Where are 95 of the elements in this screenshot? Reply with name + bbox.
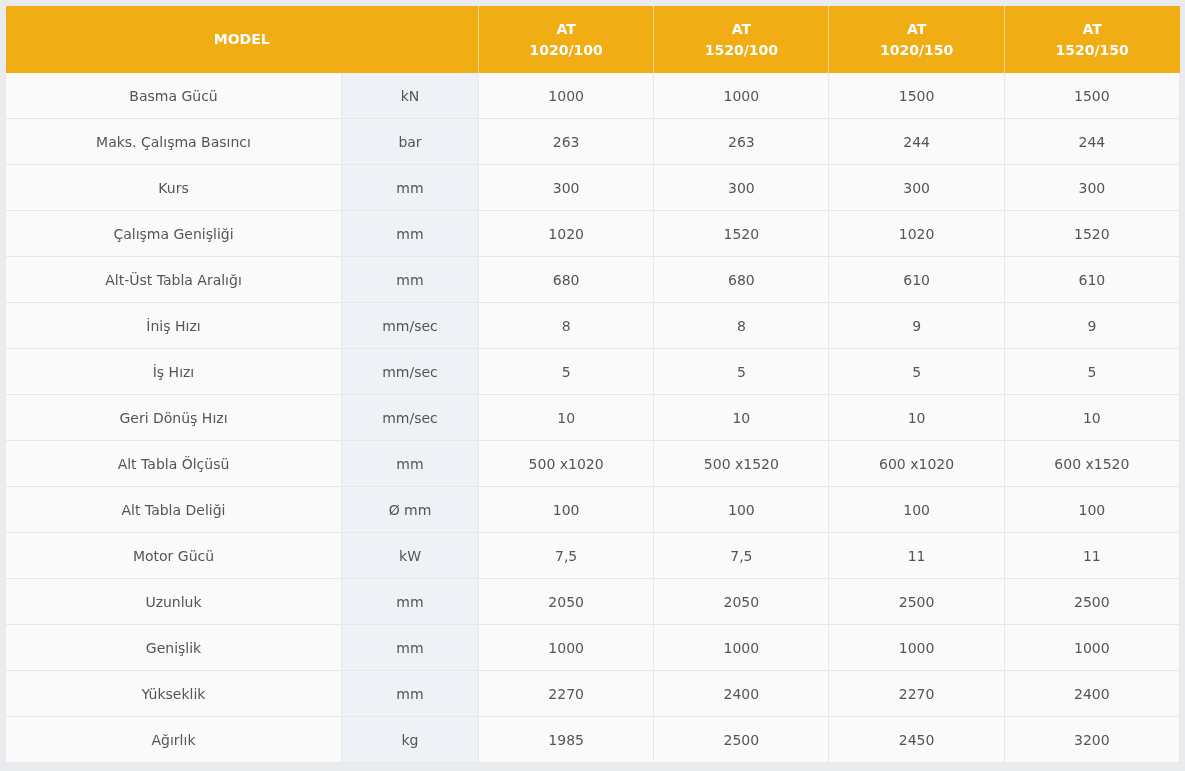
table-cell: 100 xyxy=(829,486,1005,533)
table-cell: 5 xyxy=(478,348,654,395)
table-cell: Geri Dönüş Hızı xyxy=(5,394,342,441)
table-cell: 11 xyxy=(1004,532,1180,579)
table-cell: Alt Tabla Ölçüsü xyxy=(5,440,342,487)
table-cell: 2500 xyxy=(1004,578,1180,625)
table-cell: 244 xyxy=(1004,118,1180,165)
header-cell: AT 1020/150 xyxy=(829,6,1005,73)
table-cell: kW xyxy=(341,532,479,579)
table-cell: Çalışma Genişliği xyxy=(5,210,342,257)
table-cell: Motor Gücü xyxy=(5,532,342,579)
table-cell: 100 xyxy=(1004,486,1180,533)
table-cell: 10 xyxy=(1004,394,1180,441)
table-cell: 5 xyxy=(653,348,829,395)
table-cell: 680 xyxy=(478,256,654,303)
table-cell: 500 x1020 xyxy=(478,440,654,487)
table-cell: 11 xyxy=(829,532,1005,579)
table-cell: mm xyxy=(341,164,479,211)
table-cell: 1000 xyxy=(1004,624,1180,671)
table-cell: 8 xyxy=(653,302,829,349)
table-cell: 300 xyxy=(653,164,829,211)
table-cell: İniş Hızı xyxy=(5,302,342,349)
table-cell: 2500 xyxy=(829,578,1005,625)
table-cell: Ø mm xyxy=(341,486,479,533)
header-cell: AT 1520/150 xyxy=(1004,6,1180,73)
table-cell: mm xyxy=(341,670,479,717)
table-cell: 263 xyxy=(653,118,829,165)
table-cell: 1000 xyxy=(478,73,654,119)
table-cell: 1000 xyxy=(829,624,1005,671)
table-cell: 8 xyxy=(478,302,654,349)
table-cell: 263 xyxy=(478,118,654,165)
table-cell: 2050 xyxy=(478,578,654,625)
table-cell: 100 xyxy=(653,486,829,533)
table-cell: 10 xyxy=(653,394,829,441)
table-cell: mm/sec xyxy=(341,302,479,349)
table-cell: 1000 xyxy=(653,73,829,119)
table-cell: 2450 xyxy=(829,716,1005,763)
table-cell: bar xyxy=(341,118,479,165)
table-cell: kN xyxy=(341,73,479,119)
table-cell: 300 xyxy=(1004,164,1180,211)
header-cell: AT 1020/100 xyxy=(478,6,654,73)
table-cell: Genişlik xyxy=(5,624,342,671)
table-cell: 9 xyxy=(1004,302,1180,349)
table-cell: mm/sec xyxy=(341,394,479,441)
table-cell: 1520 xyxy=(653,210,829,257)
table-cell: 1020 xyxy=(829,210,1005,257)
table-cell: 600 x1520 xyxy=(1004,440,1180,487)
table-cell: mm xyxy=(341,210,479,257)
table-cell: Ağırlık xyxy=(5,716,342,763)
table-cell: 244 xyxy=(829,118,1005,165)
table-cell: mm xyxy=(341,440,479,487)
table-cell: 5 xyxy=(829,348,1005,395)
table-cell: 610 xyxy=(1004,256,1180,303)
table-cell: 9 xyxy=(829,302,1005,349)
table-cell: kg xyxy=(341,716,479,763)
table-cell: Alt Tabla Deliği xyxy=(5,486,342,533)
table-cell: 680 xyxy=(653,256,829,303)
table-cell: 1500 xyxy=(1004,73,1180,119)
table-cell: Maks. Çalışma Basıncı xyxy=(5,118,342,165)
table-cell: 1500 xyxy=(829,73,1005,119)
table-cell: 10 xyxy=(478,394,654,441)
table-cell: Yükseklik xyxy=(5,670,342,717)
table-cell: 7,5 xyxy=(478,532,654,579)
table-cell: 1520 xyxy=(1004,210,1180,257)
table-cell: 2400 xyxy=(653,670,829,717)
table-cell: 1985 xyxy=(478,716,654,763)
table-cell: 300 xyxy=(829,164,1005,211)
table-cell: 610 xyxy=(829,256,1005,303)
table-cell: 2270 xyxy=(478,670,654,717)
table-cell: 1020 xyxy=(478,210,654,257)
table-cell: İş Hızı xyxy=(5,348,342,395)
table-cell: 500 x1520 xyxy=(653,440,829,487)
table-cell: mm xyxy=(341,624,479,671)
table-cell: mm xyxy=(341,578,479,625)
table-cell: 2400 xyxy=(1004,670,1180,717)
table-cell: 1000 xyxy=(653,624,829,671)
header-cell: MODEL xyxy=(5,6,479,73)
table-cell: 2050 xyxy=(653,578,829,625)
table-cell: 5 xyxy=(1004,348,1180,395)
table-cell: 300 xyxy=(478,164,654,211)
table-cell: 2270 xyxy=(829,670,1005,717)
table-cell: mm/sec xyxy=(341,348,479,395)
table-cell: 10 xyxy=(829,394,1005,441)
header-cell: AT 1520/100 xyxy=(653,6,829,73)
table-cell: 2500 xyxy=(653,716,829,763)
table-cell: Uzunluk xyxy=(5,578,342,625)
table-cell: 100 xyxy=(478,486,654,533)
table-cell: Basma Gücü xyxy=(5,73,342,119)
table-cell: 1000 xyxy=(478,624,654,671)
table-cell: mm xyxy=(341,256,479,303)
table-cell: 7,5 xyxy=(653,532,829,579)
table-cell: 600 x1020 xyxy=(829,440,1005,487)
table-cell: Kurs xyxy=(5,164,342,211)
table-cell: Alt-Üst Tabla Aralığı xyxy=(5,256,342,303)
table-cell: 3200 xyxy=(1004,716,1180,763)
